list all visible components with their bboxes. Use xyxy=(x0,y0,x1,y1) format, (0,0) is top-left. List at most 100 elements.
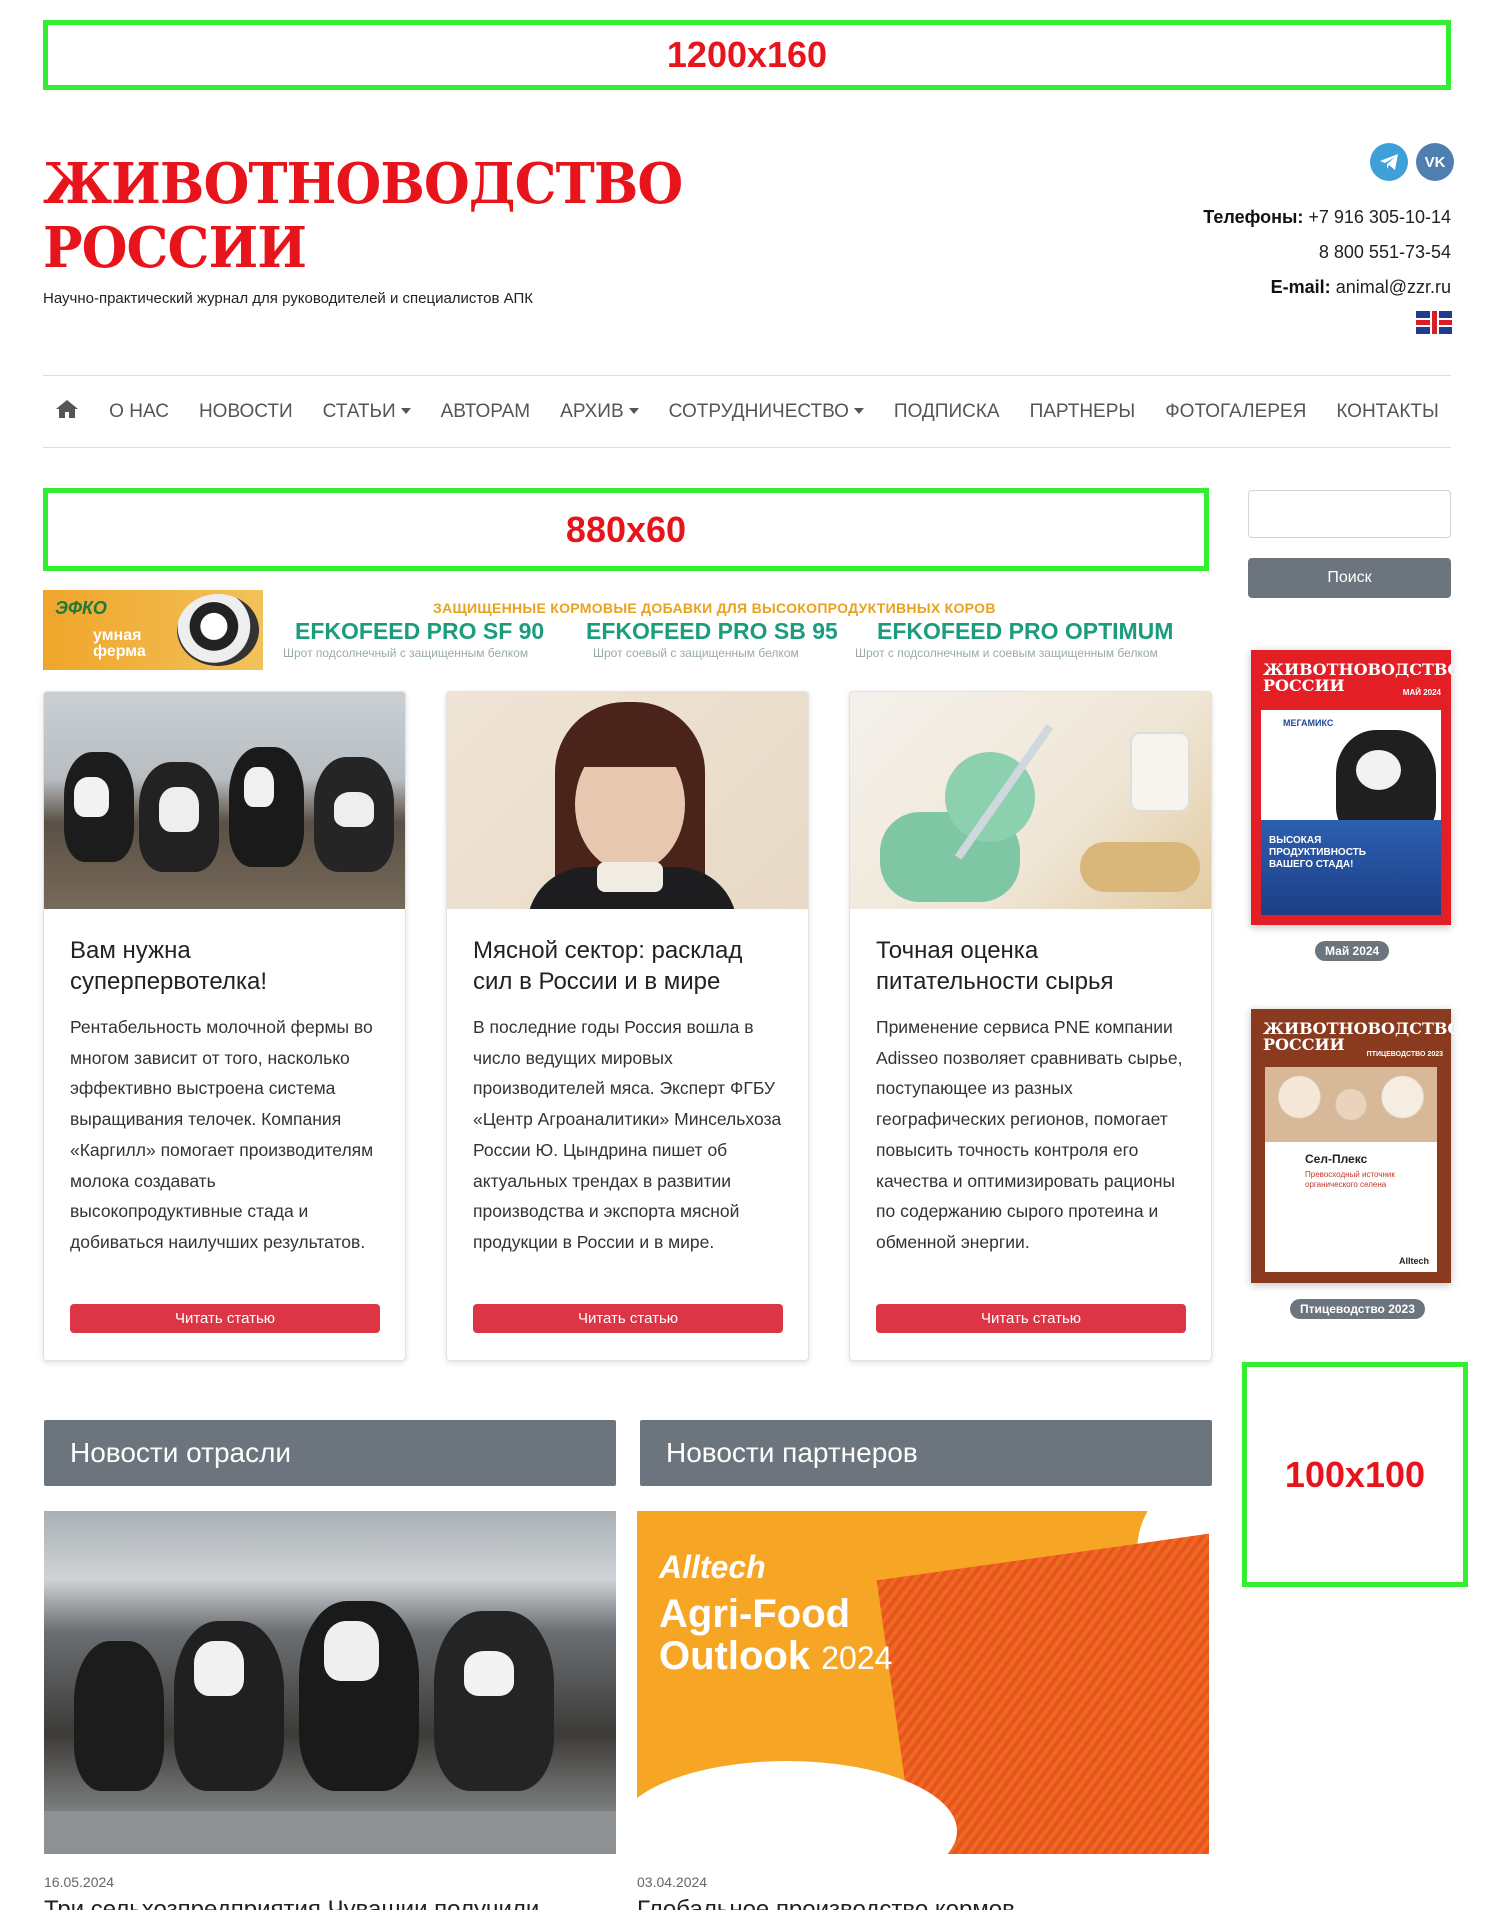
alltech-logo: Alltech xyxy=(1398,1256,1429,1266)
nav-label: ПАРТНЕРЫ xyxy=(1029,400,1136,422)
magazine-product: Сел-Плекс xyxy=(1305,1152,1368,1166)
contact-info: Телефоны: +7 916 305-10-14 8 800 551-73-… xyxy=(1203,200,1451,305)
news-image[interactable]: Alltech Agri-Food Outlook 2024 xyxy=(637,1511,1209,1854)
ad-banner-top[interactable]: 1200x160 xyxy=(43,20,1451,90)
nav-item-cooperation[interactable]: СОТРУДНИЧЕСТВО xyxy=(669,401,864,423)
article-card: Вам нужна суперпервотелка! Рентабельност… xyxy=(43,691,406,1361)
caret-down-icon xyxy=(853,408,864,415)
phones-label: Телефоны: xyxy=(1203,207,1304,227)
article-image[interactable] xyxy=(850,692,1211,909)
site-tagline: Научно-практический журнал для руководит… xyxy=(43,290,533,307)
magazine-headline: Превосходный источник органического селе… xyxy=(1305,1170,1395,1189)
ad-banner-side[interactable]: 100x100 xyxy=(1242,1362,1468,1587)
image-headline-line: Outlook xyxy=(659,1634,811,1678)
nav-item-authors[interactable]: АВТОРАМ xyxy=(441,401,531,423)
nav-label: СОТРУДНИЧЕСТВО xyxy=(668,400,849,422)
read-article-button[interactable]: Читать статью xyxy=(70,1304,380,1333)
vk-icon[interactable]: VK xyxy=(1416,143,1454,181)
image-headline: Agri-Food Outlook 2024 xyxy=(659,1593,892,1679)
nav-label: СТАТЬИ xyxy=(322,400,396,422)
section-header-partner-news[interactable]: Новости партнеров xyxy=(640,1420,1212,1486)
nav-item-archive[interactable]: АРХИВ xyxy=(560,401,639,423)
caret-down-icon xyxy=(400,408,411,415)
magazine-cover[interactable]: ЖИВОТНОВОДСТВО РОССИИ МАЙ 2024 МЕГАМИКС … xyxy=(1251,650,1461,925)
search-button[interactable]: Поиск xyxy=(1248,558,1451,598)
nav-item-contacts[interactable]: КОНТАКТЫ xyxy=(1336,401,1439,423)
read-article-button[interactable]: Читать статью xyxy=(473,1304,783,1333)
promo-banner[interactable]: ЭФКО умная ферма ЗАЩИЩЕННЫЕ КОРМОВЫЕ ДОБ… xyxy=(43,590,1209,670)
nav-label: КОНТАКТЫ xyxy=(1336,400,1439,422)
ad-size-label: 880x60 xyxy=(565,508,687,550)
alltech-logo: Alltech xyxy=(659,1549,766,1585)
banner-title: ЗАЩИЩЕННЫЕ КОРМОВЫЕ ДОБАВКИ ДЛЯ ВЫСОКОПР… xyxy=(433,600,996,616)
news-title[interactable]: Глобальное производство кормов xyxy=(637,1896,1015,1910)
magazine-title: ЖИВОТНОВОДСТВО РОССИИ xyxy=(1263,1021,1461,1053)
article-image[interactable] xyxy=(44,692,405,909)
news-title[interactable]: Три сельхозпредприятия Чувашии получили xyxy=(44,1896,539,1910)
social-links: VK xyxy=(1370,143,1454,181)
eggs-image xyxy=(1265,1067,1437,1142)
nav-item-articles[interactable]: СТАТЬИ xyxy=(323,401,411,423)
image-headline-line: Agri-Food xyxy=(659,1592,851,1636)
nav-label: АВТОРАМ xyxy=(440,400,531,422)
efko-logo: ЭФКО xyxy=(55,598,107,618)
magazine-badge[interactable]: Птицеводство 2023 xyxy=(1290,1299,1425,1319)
home-icon[interactable] xyxy=(55,399,79,425)
nav-item-partners[interactable]: ПАРТНЕРЫ xyxy=(1030,401,1136,423)
article-title[interactable]: Точная оценка питательности сырья xyxy=(876,935,1191,997)
magazine-badge[interactable]: Май 2024 xyxy=(1315,941,1390,961)
email-link[interactable]: animal@zzr.ru xyxy=(1336,277,1451,297)
email-label: E-mail: xyxy=(1270,277,1331,297)
news-image[interactable] xyxy=(44,1511,616,1854)
main-nav: О НАС НОВОСТИ СТАТЬИ АВТОРАМ АРХИВ СОТРУ… xyxy=(43,375,1451,448)
phone-1[interactable]: +7 916 305-10-14 xyxy=(1308,207,1451,227)
magazine-cover[interactable]: ЖИВОТНОВОДСТВО РОССИИ ПТИЦЕВОДСТВО 2023 … xyxy=(1251,1009,1461,1283)
article-excerpt: Рентабельность молочной фермы во многом … xyxy=(70,1017,374,1252)
nav-item-subscription[interactable]: ПОДПИСКА xyxy=(894,401,1000,423)
telegram-icon[interactable] xyxy=(1370,143,1408,181)
banner-product: EFKOFEED PRO OPTIMUM xyxy=(877,618,1174,644)
ad-size-label: 1200x160 xyxy=(666,34,828,75)
banner-brand-area: ЭФКО умная ферма xyxy=(43,590,263,670)
article-image[interactable] xyxy=(447,692,808,909)
smart-farm-line-2: ферма xyxy=(93,643,146,660)
magazine-issue: МАЙ 2024 xyxy=(1402,688,1441,697)
news-date: 16.05.2024 xyxy=(44,1874,115,1890)
section-header-industry-news[interactable]: Новости отрасли xyxy=(44,1420,616,1486)
article-title[interactable]: Мясной сектор: расклад сил в России и в … xyxy=(473,935,788,997)
phone-2[interactable]: 8 800 551-73-54 xyxy=(1319,242,1451,262)
site-logo[interactable]: ЖИВОТНОВОДСТВО РОССИИ xyxy=(43,151,683,281)
magazine-issue: ПТИЦЕВОДСТВО 2023 xyxy=(1366,1051,1443,1058)
article-title[interactable]: Вам нужна суперпервотелка! xyxy=(70,935,385,997)
article-card: Точная оценка питательности сырья Примен… xyxy=(849,691,1212,1361)
banner-product-sub: Шрот соевый с защищенным белком xyxy=(593,646,799,660)
logo-line-2: РОССИИ xyxy=(43,215,307,281)
nav-label: НОВОСТИ xyxy=(198,400,293,422)
nav-label: ПОДПИСКА xyxy=(893,400,1000,422)
banner-product-sub: Шрот с подсолнечным и соевым защищенным … xyxy=(855,646,1158,660)
read-article-button[interactable]: Читать статью xyxy=(876,1304,1186,1333)
banner-product: EFKOFEED PRO SF 90 xyxy=(295,618,545,644)
uk-flag-icon[interactable] xyxy=(1416,311,1452,334)
cow-image xyxy=(177,594,259,666)
smart-farm-logo: умная ферма xyxy=(93,628,146,660)
smart-farm-line-1: умная xyxy=(93,627,142,644)
ad-size-label: 100x100 xyxy=(1284,1453,1426,1495)
nav-label: ФОТОГАЛЕРЕЯ xyxy=(1165,400,1307,422)
article-excerpt: В последние годы Россия вошла в число ве… xyxy=(473,1017,782,1252)
magazine-sponsor: МЕГАМИКС xyxy=(1283,718,1334,728)
magazine-cover-art: МЕГАМИКС ВЫСОКАЯ ПРОДУКТИВНОСТЬ ВАШЕГО С… xyxy=(1261,710,1441,915)
banner-product: EFKOFEED PRO SB 95 xyxy=(586,618,838,644)
nav-item-news[interactable]: НОВОСТИ xyxy=(199,401,293,423)
nav-item-gallery[interactable]: ФОТОГАЛЕРЕЯ xyxy=(1165,401,1306,423)
image-year: 2024 xyxy=(821,1640,893,1676)
nav-label: АРХИВ xyxy=(560,400,624,422)
search-input[interactable] xyxy=(1248,490,1451,538)
banner-product-sub: Шрот подсолнечный с защищенным белком xyxy=(283,646,529,660)
ad-banner-middle[interactable]: 880x60 xyxy=(43,488,1209,571)
article-excerpt: Применение сервиса PNE компании Adisseo … xyxy=(876,1017,1183,1252)
logo-line-1: ЖИВОТНОВОДСТВО xyxy=(43,151,683,217)
caret-down-icon xyxy=(628,408,639,415)
nav-item-about[interactable]: О НАС xyxy=(109,401,169,423)
magazine-headline: ВЫСОКАЯ ПРОДУКТИВНОСТЬ ВАШЕГО СТАДА! xyxy=(1269,835,1366,870)
